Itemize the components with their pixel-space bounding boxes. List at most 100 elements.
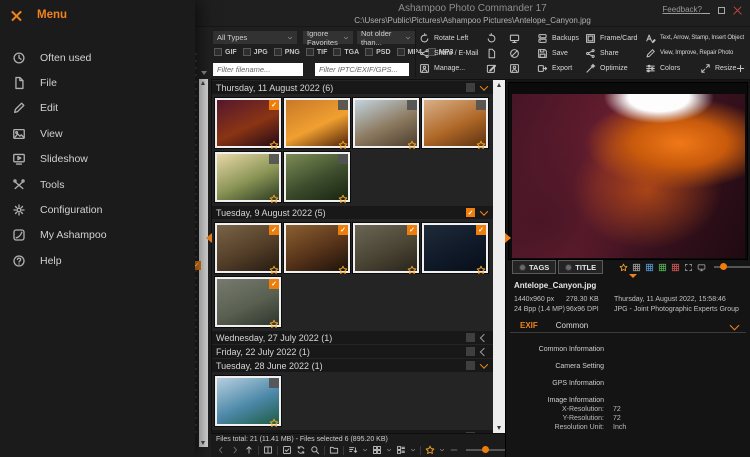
date-group-header[interactable]: Wednesday, 27 July 2022 (1) [212, 331, 493, 344]
favorite-star-icon[interactable] [407, 262, 417, 272]
save-button[interactable]: Save [537, 47, 568, 59]
backups-button[interactable]: Backups [537, 32, 579, 44]
thumbnail-checkbox[interactable]: ✓ [269, 279, 279, 289]
date-group-header[interactable]: Tuesday, 28 June 2022 (1) [212, 359, 493, 372]
select-mode-icon[interactable] [282, 445, 292, 455]
sidebar-item-help[interactable]: Help [0, 248, 195, 273]
tags-button[interactable]: TAGS [512, 260, 556, 274]
new-document-button[interactable] [486, 47, 497, 59]
favorite-star-icon[interactable] [269, 191, 279, 201]
age-dropdown[interactable]: Not older than... [357, 31, 415, 44]
format-checkbox-jpg[interactable]: JPG [243, 48, 268, 56]
histogram-blue-icon[interactable] [645, 263, 654, 272]
filename-filter-input[interactable] [213, 63, 303, 76]
title-button[interactable]: TITLE [558, 260, 603, 274]
histogram-luminance-icon[interactable] [632, 263, 641, 272]
favorite-star-icon[interactable] [407, 137, 417, 147]
sidebar-item-edit[interactable]: Edit [0, 96, 195, 121]
favorite-star-icon[interactable] [269, 262, 279, 272]
histogram-green-icon[interactable] [658, 263, 667, 272]
tree-collapse-chevron-icon[interactable] [201, 71, 207, 75]
group-checkbox[interactable] [466, 361, 475, 370]
export-button[interactable]: Export [537, 62, 572, 74]
fullscreen-view-button[interactable] [509, 32, 520, 44]
group-collapse-chevron[interactable] [480, 333, 488, 341]
colors-button[interactable]: Colors [645, 62, 680, 74]
group-collapse-chevron[interactable] [480, 82, 488, 90]
manage-button[interactable]: Manage... [419, 62, 465, 74]
thumbnail-checkbox[interactable] [269, 154, 279, 164]
navigate-back-icon[interactable] [216, 445, 226, 455]
chevron-down-icon[interactable] [439, 447, 445, 453]
thumbnail-checkbox[interactable]: ✓ [476, 225, 486, 235]
photo-thumbnail[interactable]: ✓ [284, 223, 350, 273]
fullscreen-icon[interactable] [684, 263, 693, 272]
scroll-up-icon[interactable] [497, 83, 501, 87]
favorite-star-icon[interactable] [476, 137, 486, 147]
frame-card-button[interactable]: Frame/Card [585, 32, 637, 44]
thumbnail-checkbox[interactable] [269, 378, 279, 388]
sort-order-icon[interactable] [348, 445, 358, 455]
photo-thumbnail[interactable] [215, 376, 281, 426]
photo-thumbnail[interactable]: ✓ [215, 223, 281, 273]
favorite-star-icon[interactable] [338, 137, 348, 147]
collapse-preview-panel-arrow-icon[interactable] [505, 233, 511, 243]
close-menu-icon[interactable] [11, 10, 22, 21]
dual-pane-icon[interactable] [263, 445, 273, 455]
favorite-star-icon[interactable] [338, 191, 348, 201]
photo-preview[interactable] [508, 82, 748, 260]
feedback-link[interactable]: Feedback? [662, 5, 702, 14]
share-button[interactable]: Share [585, 47, 619, 59]
sidebar-item-tools[interactable]: Tools [0, 172, 195, 197]
thumbnail-view-icon[interactable] [396, 445, 406, 455]
photo-thumbnail[interactable] [284, 152, 350, 202]
tab-common[interactable]: Common [556, 321, 588, 330]
favorite-star-icon[interactable] [476, 262, 486, 272]
share-email-button[interactable]: Share / E-Mail [419, 47, 478, 59]
navigate-forward-icon[interactable] [230, 445, 240, 455]
chevron-down-icon[interactable] [730, 320, 740, 330]
group-collapse-chevron[interactable] [480, 360, 488, 368]
scroll-down-icon[interactable] [497, 426, 501, 430]
photo-thumbnail[interactable]: ✓ [215, 277, 281, 327]
chevron-down-icon[interactable] [386, 447, 392, 453]
rotate-right-button[interactable] [486, 32, 497, 44]
format-checkbox-png[interactable]: PNG [274, 48, 300, 56]
photo-thumbnail[interactable]: ✓ [422, 223, 488, 273]
menu-header[interactable]: Menu [0, 0, 195, 21]
favorites-filter-star-icon[interactable] [425, 445, 435, 455]
photo-thumbnail[interactable] [353, 98, 419, 148]
sidebar-item-file[interactable]: File [0, 70, 195, 95]
favorite-star-icon[interactable] [338, 262, 348, 272]
format-checkbox-gif[interactable]: GIF [214, 48, 237, 56]
grid-view-icon[interactable] [372, 445, 382, 455]
sidebar-item-often-used[interactable]: Often used [0, 45, 195, 70]
sidebar-item-configuration[interactable]: Configuration [0, 197, 195, 222]
favorite-star-icon[interactable] [619, 263, 628, 272]
photo-thumbnail[interactable] [284, 98, 350, 148]
resize-button[interactable]: Resize [700, 62, 736, 74]
group-collapse-chevron[interactable] [480, 347, 488, 355]
text-stamp-button[interactable]: Text, Arrow, Stamp, Insert Object [645, 32, 744, 44]
group-collapse-chevron[interactable] [480, 207, 488, 215]
group-checkbox[interactable] [466, 333, 475, 342]
photo-thumbnail[interactable] [215, 152, 281, 202]
monitor-icon[interactable] [697, 263, 706, 272]
edit-button[interactable] [486, 62, 497, 74]
thumbnail-checkbox[interactable] [476, 100, 486, 110]
format-checkbox-tif[interactable]: TIF [306, 48, 328, 56]
favorite-star-icon[interactable] [269, 137, 279, 147]
more-tools-button[interactable] [735, 62, 746, 74]
format-checkbox-psd[interactable]: PSD [365, 48, 390, 56]
histogram-red-icon[interactable] [671, 263, 680, 272]
scroll-down-icon[interactable] [201, 441, 205, 445]
slider-thumb[interactable] [720, 263, 727, 270]
thumbnail-checkbox[interactable]: ✓ [338, 225, 348, 235]
maximize-icon[interactable] [718, 7, 725, 14]
chevron-down-icon[interactable] [410, 447, 416, 453]
auto-rotate-icon[interactable] [296, 445, 306, 455]
thumbnail-checkbox[interactable]: ✓ [269, 225, 279, 235]
date-group-header[interactable]: Tuesday, 9 August 2022 (5)✓ [212, 206, 493, 219]
slider-thumb[interactable] [482, 446, 489, 453]
rotate-left-button[interactable]: Rotate Left [419, 32, 468, 44]
